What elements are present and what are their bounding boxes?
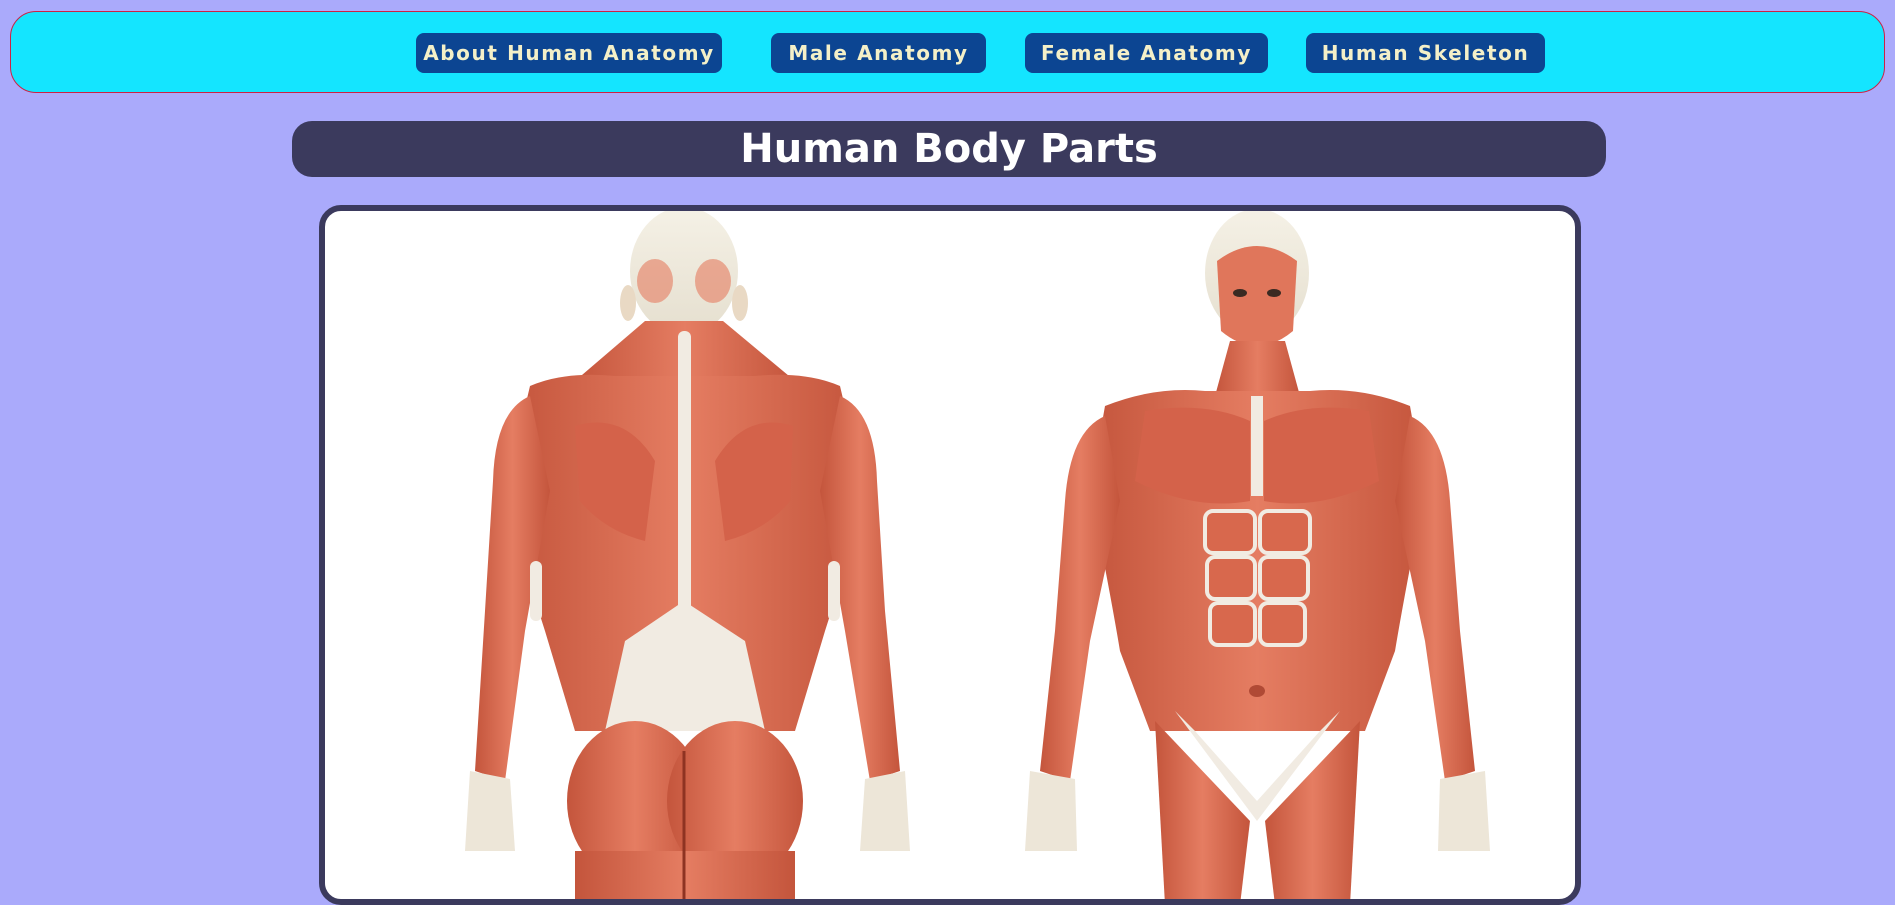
muscle-anatomy-illustration xyxy=(465,211,1490,899)
anatomy-image-frame xyxy=(319,205,1581,905)
title-banner: Human Body Parts xyxy=(292,121,1606,177)
nav-male-anatomy-button[interactable]: Male Anatomy xyxy=(771,33,986,73)
nav-female-anatomy-button[interactable]: Female Anatomy xyxy=(1025,33,1268,73)
top-navbar: About Human Anatomy Male Anatomy Female … xyxy=(10,11,1885,93)
back-view-muscle-figure xyxy=(465,211,910,899)
page-title: Human Body Parts xyxy=(740,126,1158,172)
nav-human-skeleton-button[interactable]: Human Skeleton xyxy=(1306,33,1545,73)
front-view-muscle-figure xyxy=(1025,211,1490,899)
nav-about-human-anatomy-button[interactable]: About Human Anatomy xyxy=(416,33,722,73)
